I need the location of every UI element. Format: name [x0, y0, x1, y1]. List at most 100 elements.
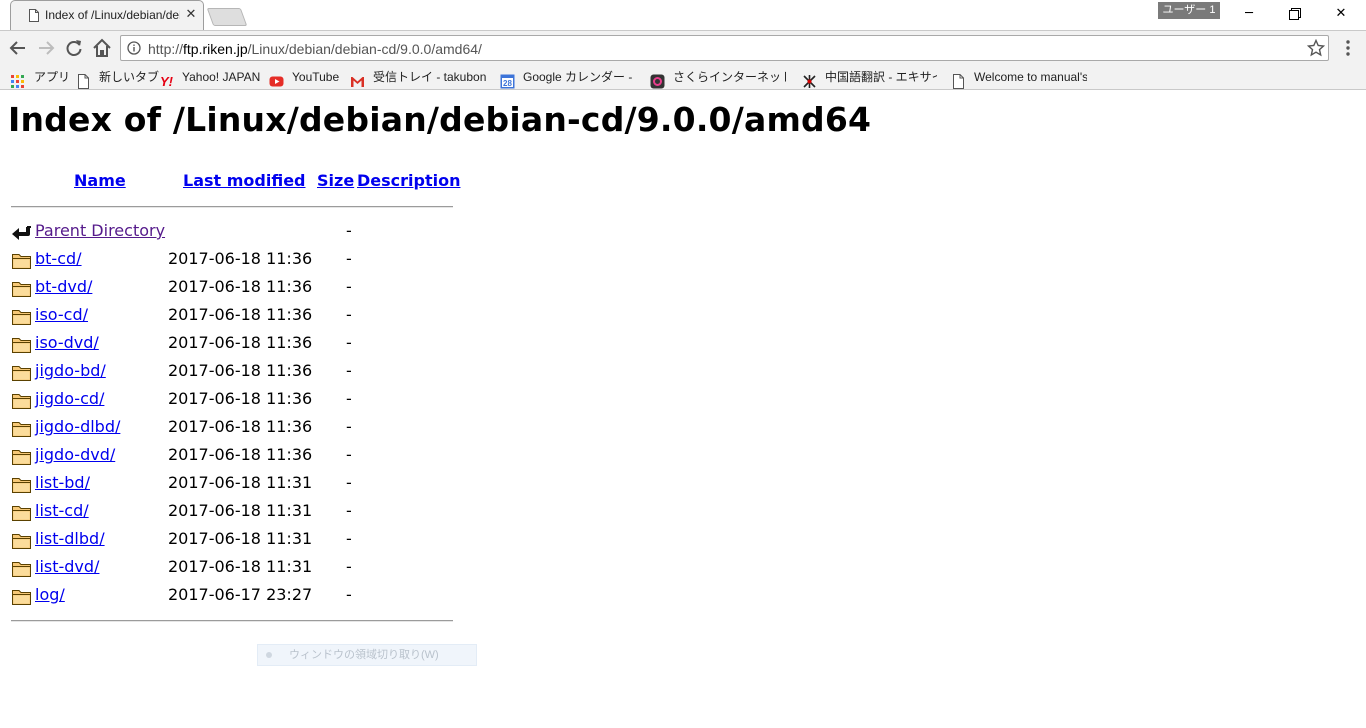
svg-text:Y!: Y! [160, 74, 174, 89]
forward-arrow-icon[interactable] [35, 37, 57, 59]
folder-icon [12, 394, 31, 409]
gmail-icon [351, 77, 364, 87]
bookmark-new-tab[interactable]: 新しいタブ [76, 68, 160, 89]
entry-last-modified: 2017-06-18 11:36 [168, 277, 313, 296]
entry-link[interactable]: iso-cd/ [35, 305, 88, 324]
bookmarks-bar: アプリ 新しいタブ Y! Yahoo! JAPAN YouTube 受信トレイ … [0, 64, 1366, 90]
bookmark-sakura[interactable]: さくらインターネットサーバ [650, 68, 786, 89]
entry-size: - [346, 585, 352, 604]
entry-size: - [346, 249, 352, 268]
entry-link[interactable]: jigdo-dlbd/ [35, 417, 120, 436]
excite-icon [803, 75, 816, 88]
new-tab-button[interactable] [206, 8, 248, 26]
reload-icon[interactable] [63, 37, 85, 59]
column-header-last-modified[interactable]: Last modified [183, 171, 306, 190]
entry-last-modified: 2017-06-18 11:31 [168, 473, 313, 492]
minimize-button[interactable]: ─ [1226, 0, 1272, 28]
info-icon[interactable] [127, 41, 141, 55]
bookmark-label: アプリ [34, 70, 71, 84]
kebab-menu-icon[interactable] [1341, 39, 1355, 57]
entry-size: - [346, 501, 352, 520]
entry-link[interactable]: jigdo-bd/ [35, 361, 106, 380]
entry-link[interactable]: Parent Directory [35, 221, 165, 240]
entry-link[interactable]: list-bd/ [35, 473, 90, 492]
entry-last-modified: 2017-06-17 23:27 [168, 585, 313, 604]
entry-link[interactable]: list-dlbd/ [35, 529, 105, 548]
address-bar[interactable]: http://ftp.riken.jp/Linux/debian/debian-… [120, 35, 1329, 61]
bookmark-manual[interactable]: Welcome to manual's [951, 68, 1087, 89]
close-tab-icon[interactable]: ✕ [183, 7, 199, 23]
list-item: bt-dvd/2017-06-18 11:36 - [0, 275, 460, 303]
sakura-icon [650, 74, 665, 89]
column-header-description[interactable]: Description [357, 171, 460, 190]
entry-last-modified: 2017-06-18 11:36 [168, 361, 313, 380]
bookmark-label: Yahoo! JAPAN [182, 70, 261, 84]
bookmark-label: 新しいタブ [99, 70, 160, 84]
entry-size: - [346, 557, 352, 576]
back-arrow-icon[interactable] [7, 37, 29, 59]
entry-link[interactable]: jigdo-cd/ [35, 389, 104, 408]
entry-last-modified: 2017-06-18 11:36 [168, 389, 313, 408]
entry-last-modified: 2017-06-18 11:36 [168, 249, 313, 268]
entry-last-modified: 2017-06-18 11:36 [168, 333, 313, 352]
list-item: list-dvd/2017-06-18 11:31 - [0, 555, 460, 583]
list-item: list-cd/2017-06-18 11:31 - [0, 499, 460, 527]
entry-link[interactable]: iso-dvd/ [35, 333, 99, 352]
restore-button[interactable] [1272, 0, 1318, 28]
folder-icon [12, 366, 31, 381]
bookmark-label: 受信トレイ - takubonia [373, 70, 486, 84]
close-window-button[interactable]: ✕ [1318, 0, 1364, 28]
url-text[interactable]: http://ftp.riken.jp/Linux/debian/debian-… [148, 41, 482, 57]
bookmark-excite[interactable]: 中国語翻訳 - エキサイト [802, 68, 937, 88]
entry-link[interactable]: jigdo-dvd/ [35, 445, 115, 464]
url-scheme: http:// [148, 41, 184, 57]
entry-size: - [346, 361, 352, 380]
column-header-name[interactable]: Name [74, 171, 126, 190]
entry-size: - [346, 445, 352, 464]
column-header-size[interactable]: Size [317, 171, 354, 190]
bookmark-google-calendar[interactable]: 28 Google カレンダー - 20 [500, 68, 633, 89]
youtube-icon [269, 76, 284, 87]
entry-size: - [346, 529, 352, 548]
bookmark-gmail[interactable]: 受信トレイ - takubonia [350, 68, 486, 87]
folder-icon [12, 450, 31, 465]
yahoo-icon: Y! [160, 74, 174, 89]
page-icon [953, 74, 964, 89]
entry-last-modified: 2017-06-18 11:36 [168, 305, 313, 324]
star-icon[interactable] [1307, 39, 1325, 57]
entry-link[interactable]: bt-dvd/ [35, 277, 92, 296]
tab-current[interactable]: Index of /Linux/debian/debian-cd/9.0.0/a… [10, 0, 204, 30]
bookmark-youtube[interactable]: YouTube [269, 68, 340, 87]
entry-size: - [346, 389, 352, 408]
home-icon[interactable] [91, 37, 113, 59]
profile-badge[interactable]: ユーザー 1 [1158, 2, 1220, 19]
entry-size: - [346, 305, 352, 324]
entry-size: - [346, 277, 352, 296]
folder-icon [12, 338, 31, 353]
browser-toolbar: http://ftp.riken.jp/Linux/debian/debian-… [0, 30, 1366, 64]
list-item: Parent Directory - [0, 219, 460, 247]
hint-text: ウィンドウの領域切り取り(W) [289, 649, 439, 661]
back-arrow-icon [12, 226, 31, 240]
page-icon [78, 74, 89, 89]
list-item: list-bd/2017-06-18 11:31 - [0, 471, 460, 499]
bookmark-apps[interactable]: アプリ [10, 68, 71, 88]
bookmark-label: Welcome to manual's [974, 70, 1087, 84]
page-icon [29, 9, 39, 22]
entry-link[interactable]: list-dvd/ [35, 557, 99, 576]
list-item: jigdo-dvd/2017-06-18 11:36 - [0, 443, 460, 471]
list-item: bt-cd/2017-06-18 11:36 - [0, 247, 460, 275]
apps-grid-icon [11, 75, 24, 88]
entry-link[interactable]: list-cd/ [35, 501, 89, 520]
list-item: list-dlbd/2017-06-18 11:31 - [0, 527, 460, 555]
bookmark-label: さくらインターネットサーバ [673, 70, 786, 84]
list-item: iso-cd/2017-06-18 11:36 - [0, 303, 460, 331]
entry-last-modified: 2017-06-18 11:36 [168, 445, 313, 464]
bookmark-label: YouTube [292, 70, 340, 84]
page-content: Index of /Linux/debian/debian-cd/9.0.0/a… [0, 90, 1366, 728]
bookmark-yahoo[interactable]: Y! Yahoo! JAPAN [159, 68, 261, 89]
entry-last-modified: 2017-06-18 11:36 [168, 417, 313, 436]
hint-dot-icon [266, 652, 272, 658]
entry-link[interactable]: bt-cd/ [35, 249, 82, 268]
entry-link[interactable]: log/ [35, 585, 65, 604]
